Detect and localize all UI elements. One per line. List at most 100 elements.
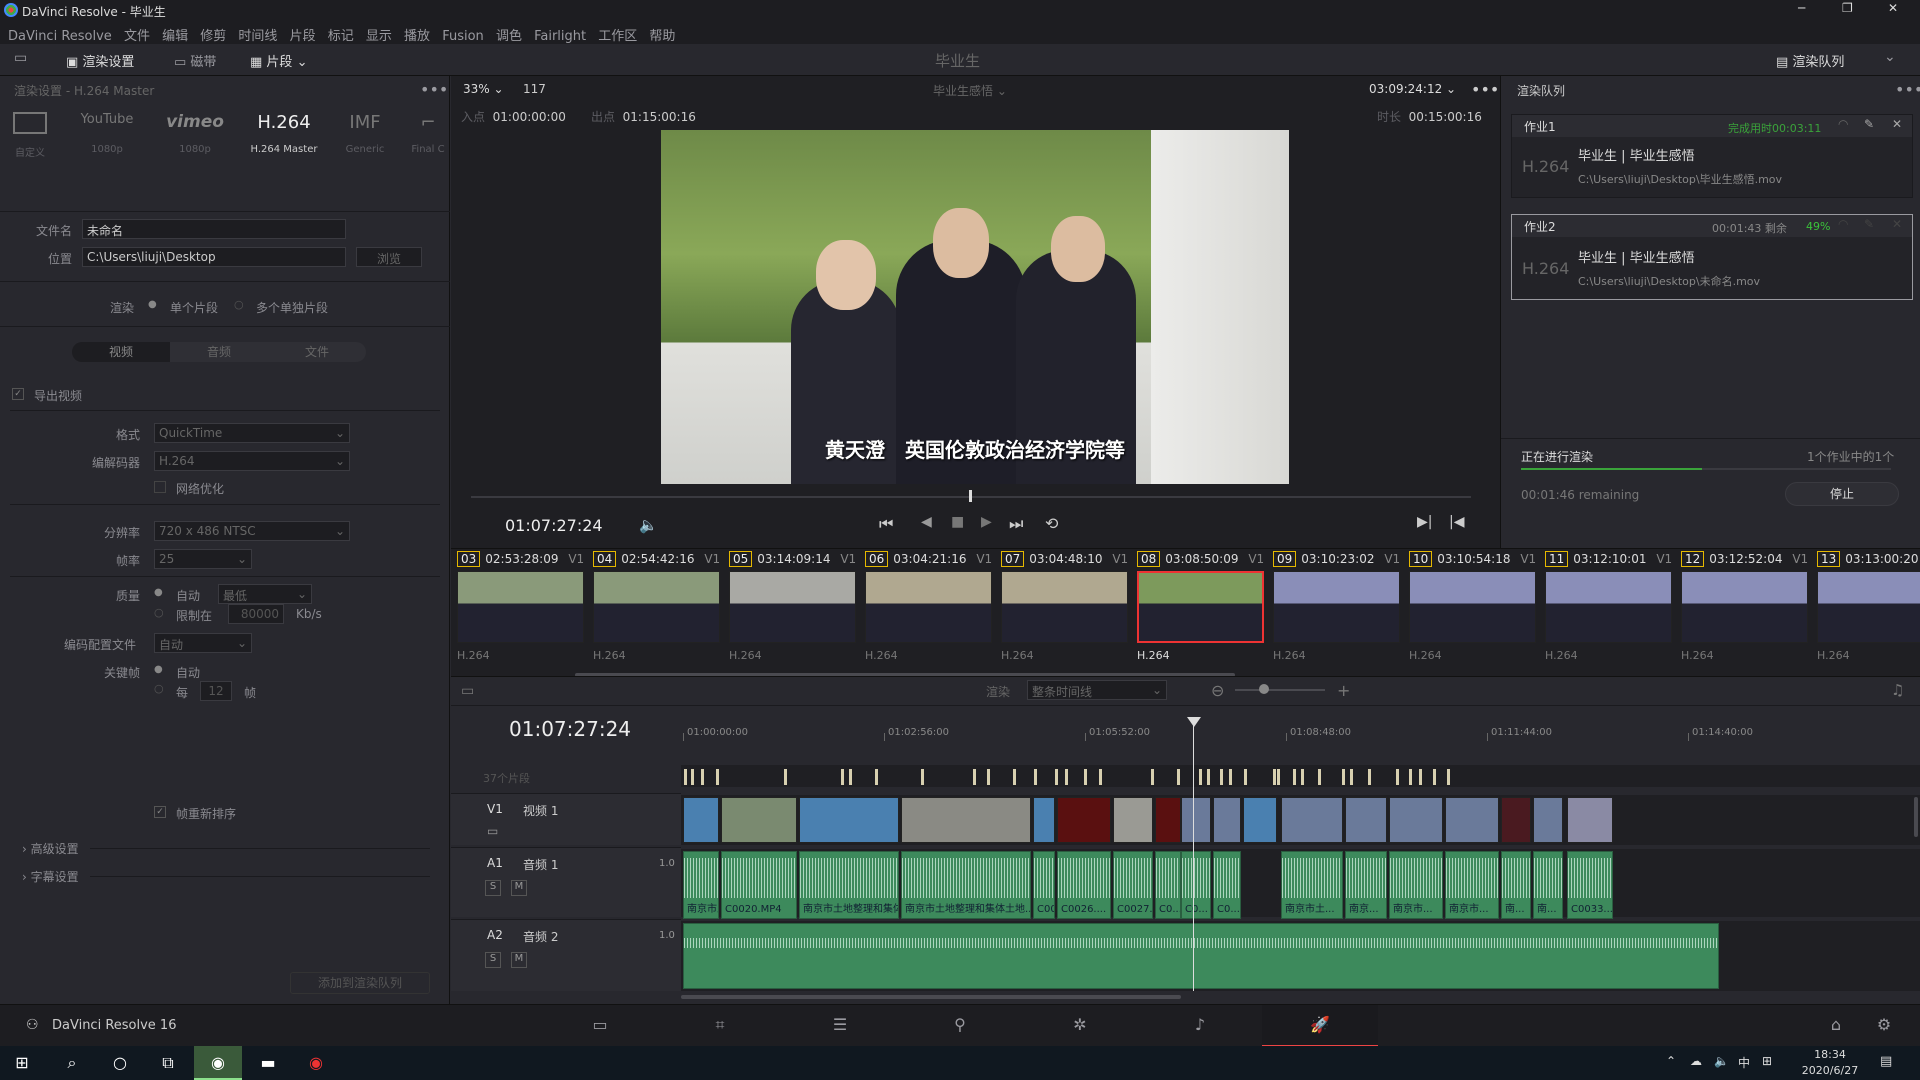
audio-clip[interactable]: C0027.MP4: [1113, 851, 1153, 919]
multi-clip-radio[interactable]: ○: [234, 298, 244, 311]
clip-thumbnail[interactable]: [1409, 571, 1536, 643]
advanced-settings-toggle[interactable]: › 高级设置: [22, 840, 79, 857]
timecode-select[interactable]: 03:09:24:12 ⌄: [1369, 82, 1456, 96]
network-opt-checkbox[interactable]: [154, 481, 166, 493]
maximize-button[interactable]: ❐: [1842, 1, 1853, 15]
stop-icon[interactable]: ■: [951, 514, 964, 530]
scrub-playhead[interactable]: [969, 490, 972, 502]
clip-marker[interactable]: [1293, 769, 1296, 785]
color-page-icon[interactable]: ✲: [1068, 1015, 1092, 1035]
single-clip-radio[interactable]: ●: [148, 299, 157, 310]
menu-item[interactable]: 片段: [290, 25, 316, 44]
subtitle-settings-toggle[interactable]: › 字幕设置: [22, 868, 79, 885]
clip-marker[interactable]: [1350, 769, 1353, 785]
quality-auto-radio[interactable]: ●: [154, 587, 163, 598]
zoom-in-icon[interactable]: +: [1337, 681, 1350, 700]
clip-marker[interactable]: [1013, 769, 1016, 785]
solo-button[interactable]: S: [485, 880, 501, 896]
clip-marker[interactable]: [841, 769, 844, 785]
taskbar-resolve[interactable]: ◉: [194, 1046, 242, 1080]
render-settings-button[interactable]: ▣ 渲染设置: [66, 51, 134, 70]
encode-profile-select[interactable]: 自动 ⌄: [154, 633, 252, 653]
clip-marker[interactable]: [875, 769, 878, 785]
framerate-select[interactable]: 25 ⌄: [154, 549, 252, 569]
cut-page-icon[interactable]: ⌗: [708, 1015, 732, 1035]
clip-marker[interactable]: [1419, 769, 1422, 785]
preset-youtube[interactable]: YouTube 1080p: [72, 112, 142, 155]
volume-icon[interactable]: 🔈: [639, 516, 658, 534]
clip-marker[interactable]: [1447, 769, 1450, 785]
loop-icon[interactable]: ⟲: [1045, 514, 1058, 533]
task-view-icon[interactable]: ⧉: [148, 1050, 188, 1076]
clip-thumbnail[interactable]: [457, 571, 584, 643]
clip-marker[interactable]: [1273, 769, 1276, 785]
file-explorer-icon[interactable]: ▬: [248, 1050, 288, 1076]
fairlight-page-icon[interactable]: ♪: [1188, 1015, 1212, 1035]
delete-job-icon[interactable]: ✕: [1892, 117, 1902, 131]
menu-item[interactable]: DaVinci Resolve: [8, 29, 112, 44]
menu-item[interactable]: 编辑: [162, 25, 188, 44]
menu-item[interactable]: 时间线: [238, 25, 277, 44]
clip-marker[interactable]: [701, 769, 704, 785]
monitor-icon[interactable]: ▭: [14, 50, 27, 66]
video-clip[interactable]: [1155, 797, 1181, 843]
volume-tray-icon[interactable]: 🔈: [1714, 1054, 1729, 1068]
cortana-icon[interactable]: ○: [100, 1050, 140, 1076]
next-frame-icon[interactable]: ▶|: [1417, 514, 1432, 530]
track-monitor-icon[interactable]: ▭: [487, 824, 498, 838]
clip-marker[interactable]: [1099, 769, 1102, 785]
video-clip[interactable]: [1567, 797, 1613, 843]
clip-marker[interactable]: [1151, 769, 1154, 785]
minimize-button[interactable]: ─: [1798, 1, 1805, 15]
clip-marker[interactable]: [1177, 769, 1180, 785]
keyboard-icon[interactable]: ⊞: [1762, 1054, 1772, 1068]
tab-audio[interactable]: 音频: [170, 342, 268, 362]
expand-icon[interactable]: ⌄: [1884, 49, 1896, 65]
deliver-page-tab[interactable]: 🚀: [1262, 1005, 1378, 1047]
render-queue-button[interactable]: ▤ 渲染队列: [1776, 51, 1844, 70]
more-icon[interactable]: •••: [420, 80, 448, 99]
render-job-2[interactable]: 作业2 00:01:43 剩余 49% ◠ ✎ ✕ H.264 毕业生 | 毕业…: [1511, 214, 1913, 300]
video-clip[interactable]: [1501, 797, 1531, 843]
play-reverse-icon[interactable]: ◀: [921, 514, 932, 530]
clip-thumbnail[interactable]: [865, 571, 992, 643]
codec-select[interactable]: H.264 ⌄: [154, 451, 350, 471]
preset-imf[interactable]: IMF Generic: [340, 112, 390, 155]
clip-marker[interactable]: [784, 769, 787, 785]
clip-marker[interactable]: [973, 769, 976, 785]
clip-marker[interactable]: [1301, 769, 1304, 785]
clip-marker[interactable]: [1084, 769, 1087, 785]
clip-marker[interactable]: [1433, 769, 1436, 785]
menu-item[interactable]: 工作区: [598, 25, 637, 44]
audio-clip[interactable]: C0026....: [1057, 851, 1111, 919]
clip-marker[interactable]: [1065, 769, 1068, 785]
tab-file[interactable]: 文件: [268, 342, 366, 362]
clip-thumbnail[interactable]: [1137, 571, 1264, 643]
render-range-select[interactable]: 整条时间线 ⌄: [1027, 680, 1167, 700]
zoom-handle[interactable]: [1259, 684, 1269, 694]
clip-marker[interactable]: [716, 769, 719, 785]
audio-clip-a2[interactable]: [683, 923, 1719, 989]
audio-clip[interactable]: 南京市...: [1445, 851, 1499, 919]
clip-marker[interactable]: [1244, 769, 1247, 785]
audio-clip[interactable]: 南...: [1533, 851, 1563, 919]
tab-video[interactable]: 视频: [72, 342, 170, 362]
timeline-select[interactable]: 毕业生感悟 ⌄: [933, 82, 1007, 99]
keyframe-every-radio[interactable]: ○: [154, 682, 164, 695]
clip-thumbnail[interactable]: [1817, 571, 1920, 643]
video-clip[interactable]: [1181, 797, 1211, 843]
video-clip[interactable]: [1033, 797, 1055, 843]
home-icon[interactable]: ⌂: [1824, 1015, 1848, 1035]
limit-input[interactable]: 80000: [228, 604, 284, 624]
zoom-slider[interactable]: [1235, 689, 1325, 691]
menu-item[interactable]: Fusion: [442, 29, 484, 44]
keyframe-input[interactable]: 12: [200, 681, 232, 701]
quality-level-select[interactable]: 最低 ⌄: [218, 584, 312, 604]
clip-marker[interactable]: [1277, 769, 1280, 785]
audio-clip[interactable]: C0...: [1155, 851, 1181, 919]
audio-meter-icon[interactable]: ♫: [1891, 681, 1904, 699]
media-page-icon[interactable]: ▭: [588, 1015, 612, 1035]
clip-marker[interactable]: [1318, 769, 1321, 785]
video-clip[interactable]: [1243, 797, 1277, 843]
fusion-page-icon[interactable]: ⚲: [948, 1015, 972, 1035]
